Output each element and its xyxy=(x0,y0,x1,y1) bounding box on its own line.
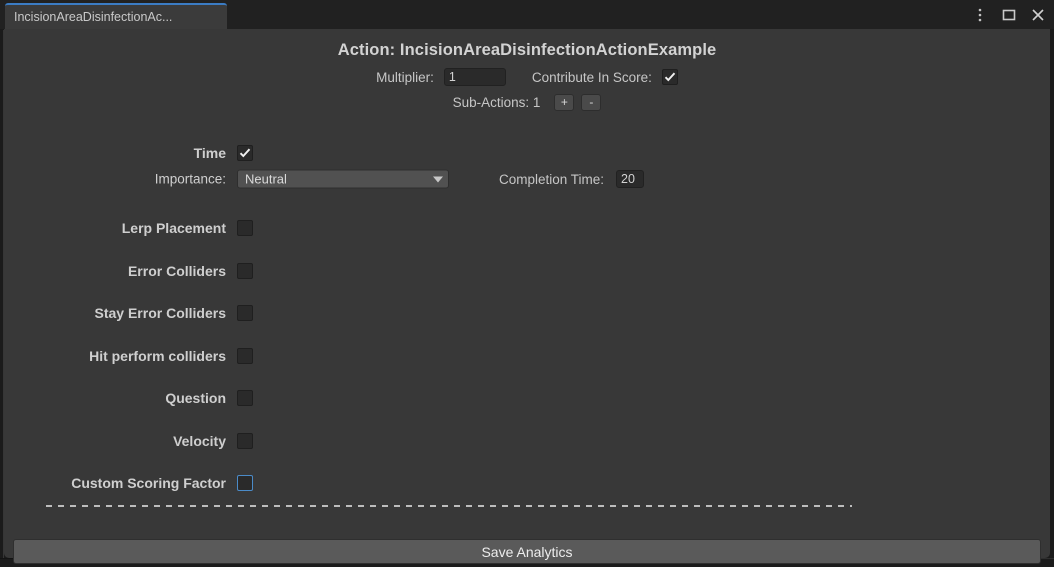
toggle-row-error-colliders: Error Colliders xyxy=(4,260,1050,282)
toggle-row-question: Question xyxy=(4,387,1050,409)
completion-time-label: Completion Time: xyxy=(499,171,605,187)
toggle-control xyxy=(237,263,253,279)
toggle-control xyxy=(237,220,253,236)
toggle-control xyxy=(237,390,253,406)
contribute-in-score-group: Contribute In Score: xyxy=(532,69,678,85)
toggle-label: Hit perform colliders xyxy=(89,348,226,364)
check-icon xyxy=(664,72,676,82)
chevron-down-icon xyxy=(433,176,443,182)
toggle-row-velocity: Velocity xyxy=(4,430,1050,452)
toggle-label: Stay Error Colliders xyxy=(94,305,227,321)
contribute-in-score-checkbox[interactable] xyxy=(661,69,678,85)
importance-row: Importance: Neutral Completion Time: 20 xyxy=(4,167,1050,191)
toggle-label: Error Colliders xyxy=(127,263,226,279)
time-control xyxy=(237,145,253,161)
toggle-row-hit-perform-colliders: Hit perform colliders xyxy=(4,345,1050,367)
close-icon[interactable] xyxy=(1030,7,1046,23)
inspector-panel: Action: IncisionAreaDisinfectionActionEx… xyxy=(4,29,1050,564)
time-checkbox[interactable] xyxy=(237,145,253,161)
add-sub-action-button[interactable]: + xyxy=(554,93,575,111)
custom-scoring-factor-checkbox[interactable] xyxy=(237,475,253,491)
velocity-checkbox[interactable] xyxy=(237,433,253,449)
save-analytics-button[interactable]: Save Analytics xyxy=(13,539,1041,564)
sub-actions-buttons: + - xyxy=(554,93,602,111)
app-root: IncisionAreaDisinfectionAc... Action: In… xyxy=(0,0,1054,567)
lerp-placement-checkbox[interactable] xyxy=(237,220,253,236)
toggle-control xyxy=(237,348,253,364)
stay-error-colliders-checkbox[interactable] xyxy=(237,305,253,321)
toggle-control xyxy=(237,475,253,491)
toggle-label: Custom Scoring Factor xyxy=(71,475,226,491)
contribute-in-score-label: Contribute In Score: xyxy=(531,69,652,85)
window-controls xyxy=(972,4,1046,26)
importance-dropdown[interactable]: Neutral xyxy=(237,169,449,189)
multiplier-input[interactable]: 1 xyxy=(443,68,506,86)
page-title: Action: IncisionAreaDisinfectionActionEx… xyxy=(337,41,717,59)
completion-time-input[interactable]: 20 xyxy=(616,170,645,188)
importance-selected-value: Neutral xyxy=(245,171,287,187)
toggle-label: Question xyxy=(165,390,226,406)
sub-actions-row: Sub-Actions: 1 + - xyxy=(4,89,1050,115)
more-options-icon[interactable] xyxy=(972,7,988,23)
multiplier-row: Multiplier: 1 Contribute In Score: xyxy=(4,65,1050,89)
sub-actions-label: Sub-Actions: 1 xyxy=(452,94,541,110)
tab-label: IncisionAreaDisinfectionAc... xyxy=(14,10,173,24)
tab-inspector[interactable]: IncisionAreaDisinfectionAc... xyxy=(5,3,227,29)
question-checkbox[interactable] xyxy=(237,390,253,406)
error-colliders-checkbox[interactable] xyxy=(237,263,253,279)
section-divider xyxy=(46,505,852,507)
time-label: Time xyxy=(193,145,226,161)
importance-label: Importance: xyxy=(154,171,226,187)
toggle-label: Velocity xyxy=(173,433,226,449)
toggle-control xyxy=(237,305,253,321)
importance-control: Neutral xyxy=(237,169,449,189)
remove-sub-action-button[interactable]: - xyxy=(581,93,602,111)
window-tab-bar: IncisionAreaDisinfectionAc... xyxy=(0,0,1054,29)
toggle-row-lerp-placement: Lerp Placement xyxy=(4,217,1050,239)
check-icon xyxy=(239,148,251,158)
multiplier-label: Multiplier: xyxy=(376,69,434,85)
maximize-icon[interactable] xyxy=(1001,7,1017,23)
toggle-control xyxy=(237,433,253,449)
toggle-row-custom-scoring-factor: Custom Scoring Factor xyxy=(4,472,1050,494)
toggle-label: Lerp Placement xyxy=(121,220,226,236)
hit-perform-colliders-checkbox[interactable] xyxy=(237,348,253,364)
completion-time-group: Completion Time: 20 xyxy=(499,170,645,188)
toggle-row-stay-error-colliders: Stay Error Colliders xyxy=(4,302,1050,324)
time-row: Time xyxy=(4,142,1050,164)
